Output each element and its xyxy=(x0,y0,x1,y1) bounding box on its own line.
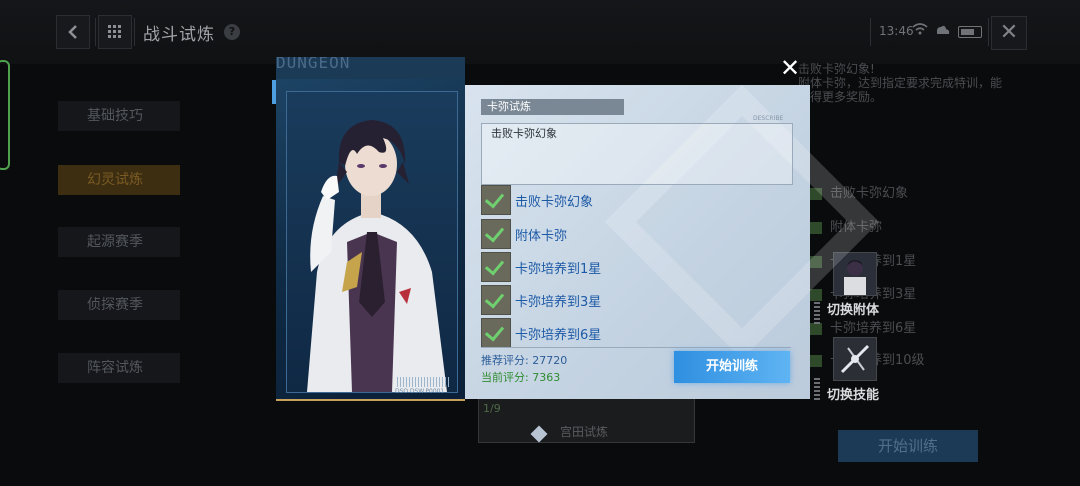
barcode-graphic xyxy=(397,377,449,387)
dots-icon xyxy=(814,378,820,400)
start-training-button[interactable]: 开始训练 xyxy=(674,351,790,383)
divider xyxy=(481,347,791,348)
back-arrow-icon[interactable] xyxy=(56,15,90,49)
task-label: 卡弥培养到3星 xyxy=(515,295,602,310)
task-label: 卡弥培养到6星 xyxy=(515,328,602,343)
check-icon xyxy=(810,288,822,301)
task-label: 附体卡弥 xyxy=(515,229,568,244)
task-complete-icon xyxy=(481,285,511,315)
help-icon[interactable]: ? xyxy=(224,24,240,40)
description-text: 击败卡弥幻象 xyxy=(491,127,557,140)
wifi-icon xyxy=(912,23,928,39)
task-label: 击败卡弥幻象 xyxy=(515,195,594,210)
page-title: 战斗试炼 xyxy=(143,25,215,45)
check-icon xyxy=(810,322,822,335)
sidebar-item-origin-season[interactable]: 起源赛季 xyxy=(58,227,180,257)
sidebar-item-lineup-trial[interactable]: 阵容试炼 xyxy=(58,353,180,383)
divider xyxy=(134,18,135,46)
divider xyxy=(870,18,871,46)
close-icon[interactable]: ✕ xyxy=(778,56,802,80)
task-complete-icon xyxy=(481,219,511,249)
barcode-text: DSO.DSW.P0001 xyxy=(395,388,445,395)
switch-attach-label[interactable]: 切换附体 xyxy=(827,299,879,318)
divider xyxy=(988,18,989,46)
task-complete-icon xyxy=(481,252,511,282)
switch-skill-icon[interactable] xyxy=(833,337,877,381)
side-tab-indicator xyxy=(0,60,10,170)
describe-tag: DESCRIBE xyxy=(753,115,784,122)
switch-skill-label[interactable]: 切换技能 xyxy=(827,384,879,403)
portrait-frame xyxy=(286,91,458,393)
sidebar-item-spirit-trial[interactable]: 幻灵试炼 xyxy=(58,165,180,195)
trial-card-count: 1/9 xyxy=(483,402,501,415)
trial-info-panel: 卡弥试炼 DESCRIBE 击败卡弥幻象 击败卡弥幻象 附体卡弥 卡弥培养到1星… xyxy=(465,85,810,399)
sidebar-item-basics[interactable]: 基础技巧 xyxy=(58,101,180,131)
background-start-button[interactable]: 开始训练 xyxy=(838,430,978,462)
character-portrait-image xyxy=(307,120,447,392)
objective-row: 卡弥培养到6星 xyxy=(810,317,916,336)
task-complete-icon xyxy=(481,185,511,215)
task-complete-icon xyxy=(481,318,511,348)
panel-title: 卡弥试炼 xyxy=(481,99,624,115)
battery-icon xyxy=(958,26,982,38)
check-icon xyxy=(810,354,822,367)
recommended-score: 推荐评分: 27720 xyxy=(481,354,568,367)
sidebar-item-detective-season[interactable]: 侦探赛季 xyxy=(58,290,180,320)
current-score: 当前评分: 7363 xyxy=(481,371,561,384)
clock-time: 13:46 xyxy=(879,24,914,38)
trial-card-label: 宫田试炼 xyxy=(560,425,609,439)
grid-menu-icon[interactable] xyxy=(98,15,132,49)
cloud-icon xyxy=(935,23,951,39)
info-line: 获得更多奖励。 xyxy=(798,90,883,104)
character-portrait-panel: DUNGEON DSO.DSW.P0001 xyxy=(276,57,465,401)
dungeon-label: DUNGEON xyxy=(276,57,351,72)
dots-icon xyxy=(814,302,820,324)
close-page-icon[interactable]: ✕ xyxy=(991,16,1027,50)
divider xyxy=(95,18,96,46)
task-label: 卡弥培养到1星 xyxy=(515,262,602,277)
